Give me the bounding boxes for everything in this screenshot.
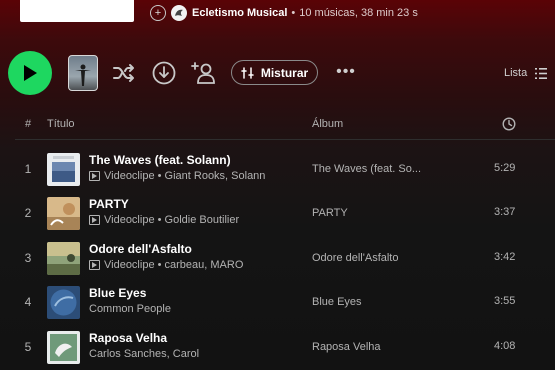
track-subtitle: Common People	[89, 303, 171, 315]
owner-avatar[interactable]	[171, 5, 187, 21]
preview-thumbnail[interactable]	[68, 55, 98, 91]
track-title[interactable]: PARTY	[89, 197, 129, 211]
track-artists[interactable]: Goldie Boutilier	[165, 214, 240, 226]
shuffle-mix-button[interactable]: Misturar	[231, 60, 318, 85]
more-options-button[interactable]: •••	[334, 62, 358, 82]
action-bar: Misturar ••• Lista	[0, 50, 555, 96]
track-row[interactable]: 3 Odore dell'Asfalto Videoclipe • carbea…	[0, 237, 555, 281]
track-duration: 5:29	[494, 162, 516, 174]
track-artists[interactable]: Common People	[89, 303, 171, 315]
column-album[interactable]: Álbum	[312, 118, 343, 130]
list-icon	[535, 67, 548, 79]
mix-label: Misturar	[260, 65, 309, 80]
meta-separator: •	[291, 7, 296, 19]
track-album[interactable]: Raposa Velha	[312, 341, 381, 353]
track-artists[interactable]: carbeau, MARO	[165, 259, 244, 271]
track-artists[interactable]: Giant Rooks, Solann	[165, 170, 266, 182]
owner-name[interactable]: Ecletismo Musical	[192, 7, 287, 19]
track-number: 4	[24, 295, 32, 309]
track-artwork	[47, 197, 80, 230]
track-album[interactable]: Odore dell'Asfalto	[312, 252, 398, 264]
track-duration: 3:42	[494, 251, 516, 263]
track-number: 3	[24, 251, 32, 265]
track-subtitle: Carlos Sanches, Carol	[89, 348, 199, 360]
track-row[interactable]: 2 PARTY Videoclipe • Goldie Boutilier PA…	[0, 192, 555, 236]
track-number: 5	[24, 340, 32, 354]
video-icon	[89, 260, 100, 270]
track-row[interactable]: 5 Raposa Velha Carlos Sanches, Carol Rap…	[0, 326, 555, 370]
download-icon[interactable]	[151, 60, 177, 86]
subtitle-separator: •	[154, 259, 165, 271]
track-type: Videoclipe	[104, 259, 155, 271]
column-number: #	[25, 118, 32, 130]
video-icon	[89, 215, 100, 225]
subtitle-separator: •	[154, 214, 165, 226]
track-type: Videoclipe	[104, 170, 155, 182]
track-artwork	[47, 286, 80, 319]
play-icon	[24, 65, 37, 81]
header-divider	[15, 139, 555, 140]
track-duration: 4:08	[494, 340, 516, 352]
track-number: 1	[24, 162, 32, 176]
track-title[interactable]: Blue Eyes	[89, 286, 146, 300]
track-artwork	[47, 153, 80, 186]
track-type: Videoclipe	[104, 214, 155, 226]
track-subtitle: Videoclipe • carbeau, MARO	[89, 259, 243, 271]
playlist-meta: + Ecletismo Musical • 10 músicas, 38 min…	[150, 3, 418, 23]
view-toggle-button[interactable]: Lista	[504, 64, 548, 82]
playlist-cover[interactable]	[20, 0, 134, 22]
play-button[interactable]	[8, 51, 52, 95]
track-title[interactable]: Raposa Velha	[89, 331, 167, 345]
column-title[interactable]: Título	[47, 118, 75, 130]
track-subtitle: Videoclipe • Giant Rooks, Solann	[89, 170, 265, 182]
track-title[interactable]: Odore dell'Asfalto	[89, 242, 192, 256]
playlist-stats: 10 músicas, 38 min 23 s	[299, 7, 418, 19]
shuffle-icon[interactable]	[111, 60, 137, 86]
track-album[interactable]: The Waves (feat. So...	[312, 163, 421, 175]
sliders-icon	[241, 66, 254, 79]
tracklist-header: # Título Álbum	[0, 112, 555, 138]
add-user-icon[interactable]	[191, 60, 217, 86]
track-artwork	[47, 242, 80, 275]
track-artwork	[47, 331, 80, 364]
track-duration: 3:55	[494, 295, 516, 307]
playlist-header-top: + Ecletismo Musical • 10 músicas, 38 min…	[0, 0, 555, 32]
track-number: 2	[24, 206, 32, 220]
add-circle-icon[interactable]: +	[150, 5, 166, 21]
view-label: Lista	[504, 67, 528, 79]
track-title[interactable]: The Waves (feat. Solann)	[89, 153, 231, 167]
track-album[interactable]: Blue Eyes	[312, 296, 362, 308]
clock-icon[interactable]	[502, 117, 516, 134]
track-row[interactable]: 4 Blue Eyes Common People Blue Eyes 3:55	[0, 281, 555, 325]
track-duration: 3:37	[494, 206, 516, 218]
track-row[interactable]: 1 The Waves (feat. Solann) Videoclipe • …	[0, 148, 555, 192]
track-subtitle: Videoclipe • Goldie Boutilier	[89, 214, 239, 226]
video-icon	[89, 171, 100, 181]
track-album[interactable]: PARTY	[312, 207, 348, 219]
track-artists[interactable]: Carlos Sanches, Carol	[89, 348, 199, 360]
subtitle-separator: •	[154, 170, 165, 182]
